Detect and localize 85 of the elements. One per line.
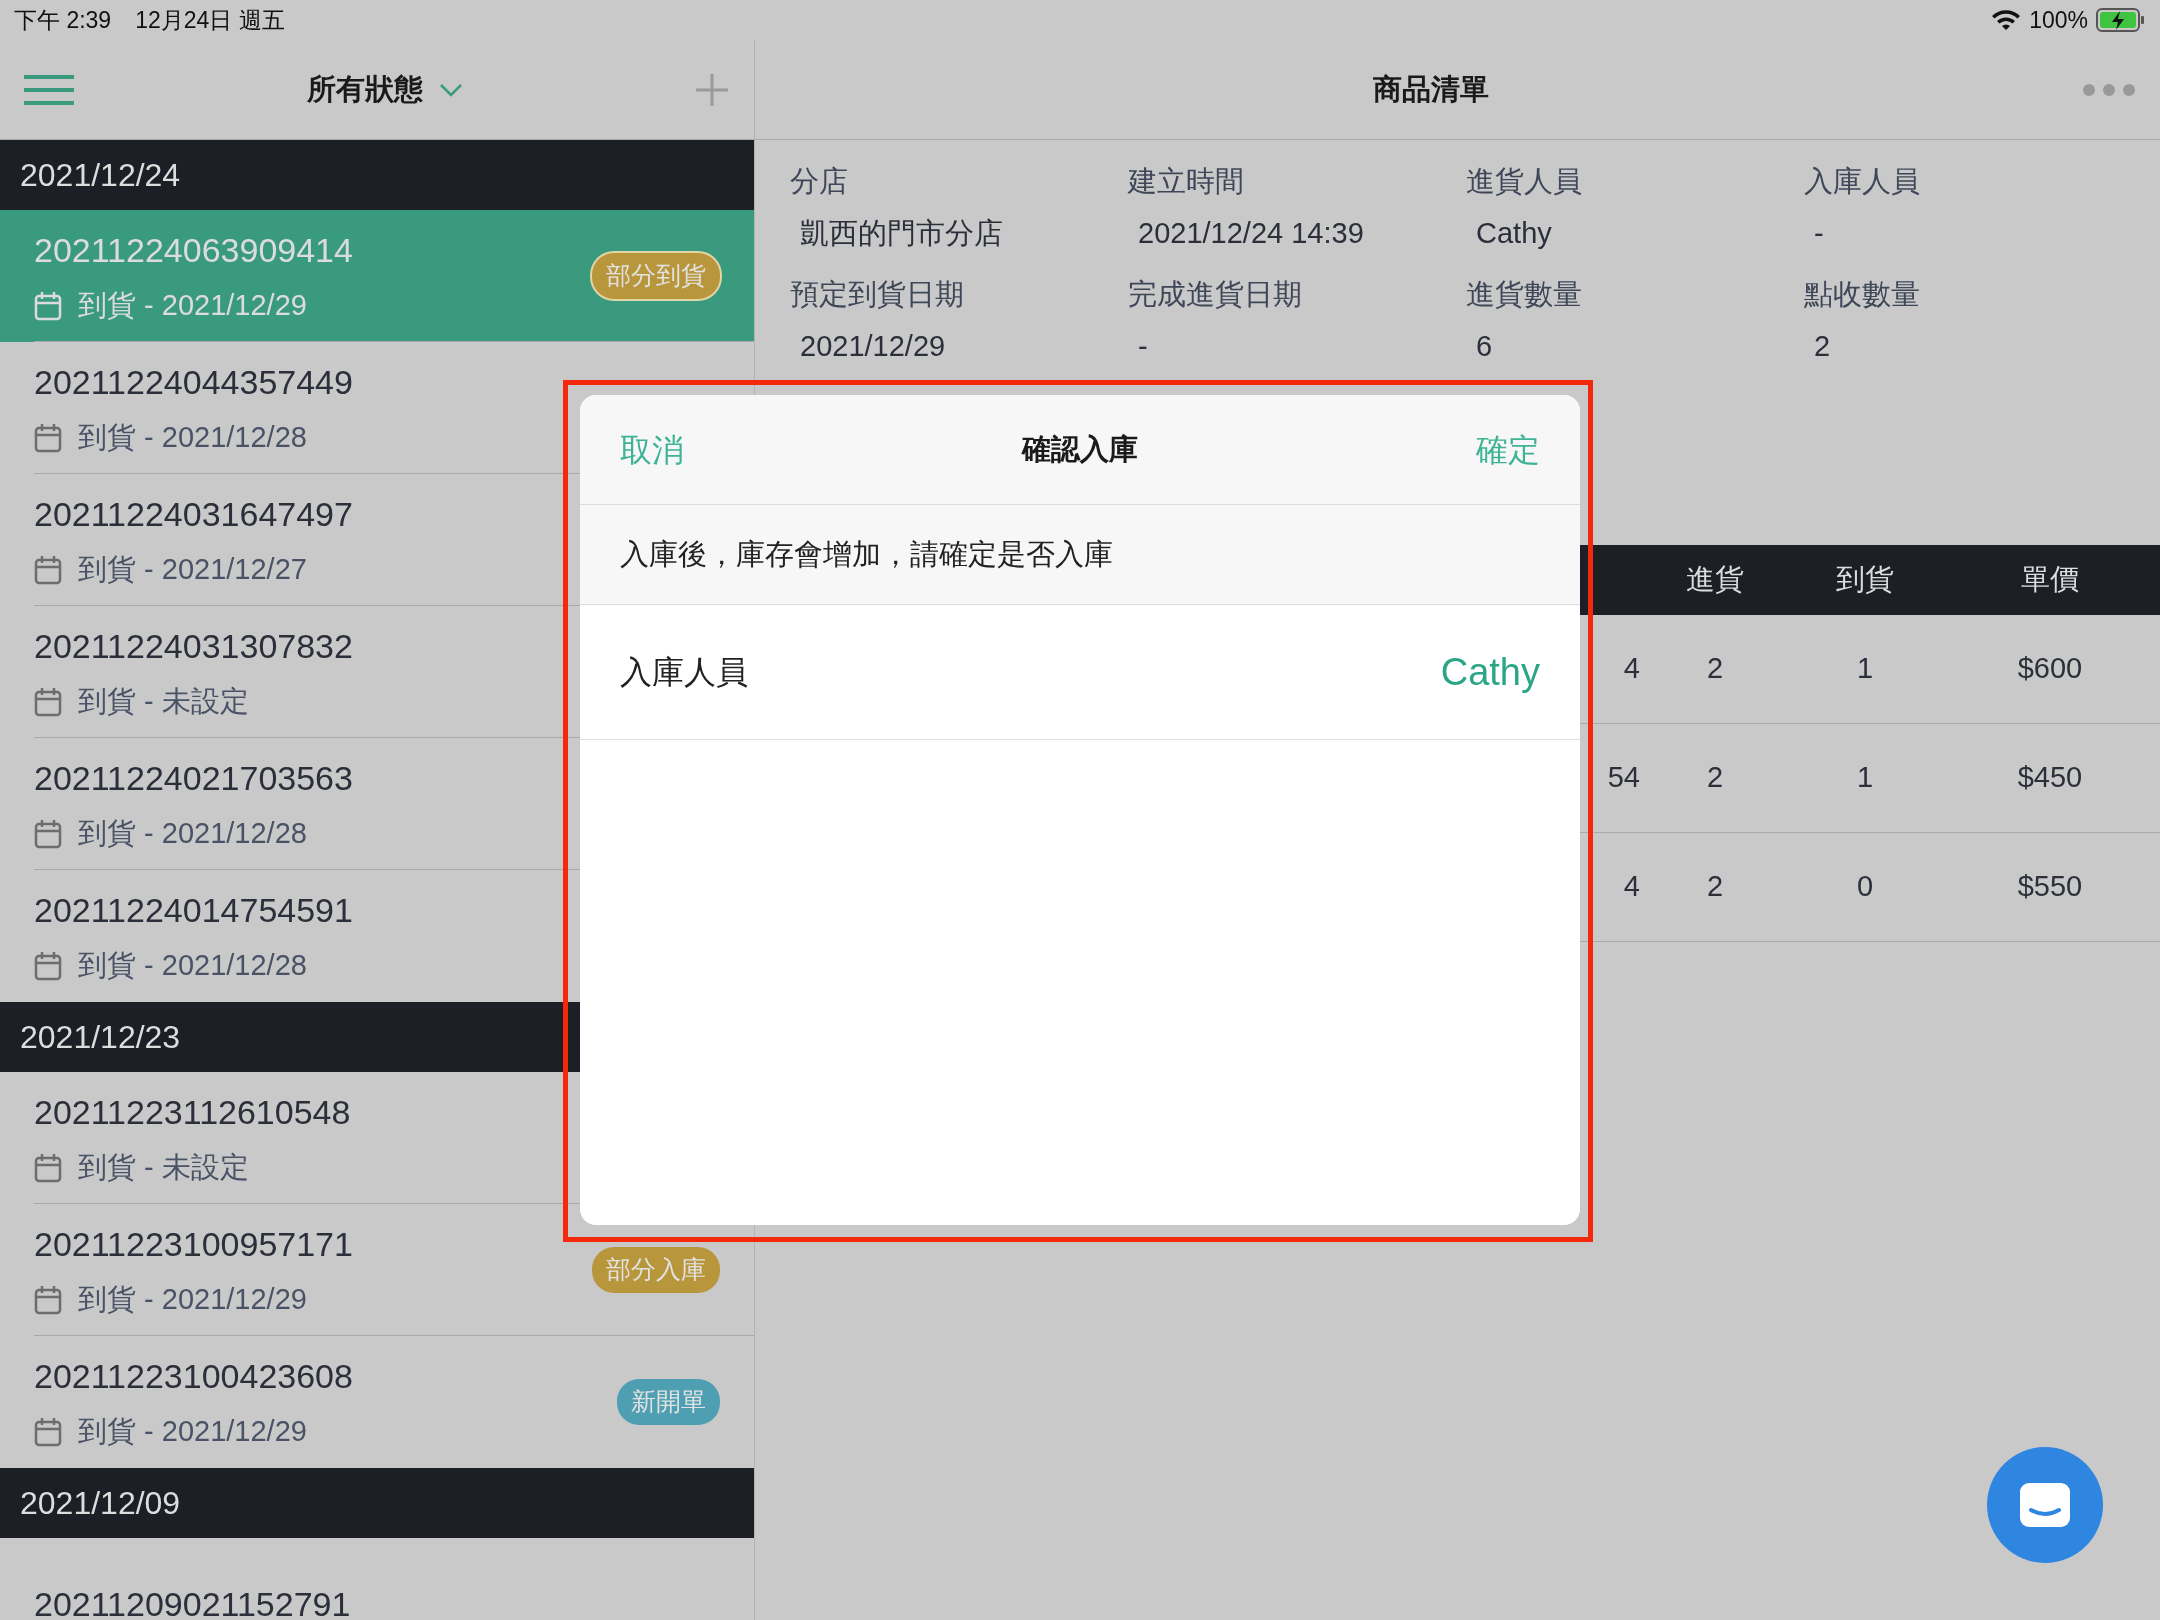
status-time: 下午 2:39 (14, 5, 112, 35)
table-cell: 4 (1623, 870, 1640, 903)
status-date: 12月24日 週五 (135, 5, 285, 35)
calendar-icon (34, 818, 62, 849)
arrival-date: 到貨 - 2021/12/29 (78, 1413, 307, 1449)
column-header: 到貨 (1836, 563, 1894, 596)
calendar-icon (34, 1152, 62, 1183)
status-badge: 部分入庫 (592, 1247, 720, 1293)
detail-value: Cathy (1475, 215, 1553, 251)
detail-label: 建立時間 (1128, 164, 1245, 199)
battery-percent: 100% (2029, 5, 2088, 35)
arrival-date: 到貨 - 2021/12/28 (78, 947, 307, 983)
table-cell: 0 (1856, 870, 1874, 903)
column-header: 單價 (2021, 563, 2079, 596)
detail-label: 預定到貨日期 (790, 277, 965, 312)
table-cell: 2 (1706, 761, 1724, 794)
table-cell: 4 (1623, 652, 1640, 685)
section-date: 2021/12/23 (20, 1018, 181, 1057)
order-row[interactable]: 20211209021152791 (0, 1538, 754, 1620)
status-badge: 部分到貨 (592, 253, 720, 299)
detail-value: 2021/12/24 14:39 (1137, 215, 1365, 251)
order-number: 20211224021703563 (34, 757, 353, 799)
field-label: 入庫人員 (620, 653, 748, 692)
calendar-icon (34, 422, 62, 453)
arrival-date: 到貨 - 未設定 (78, 1149, 249, 1185)
detail-label: 分店 (790, 164, 849, 199)
table-cell: $550 (2017, 870, 2083, 903)
arrival-date: 到貨 - 未設定 (78, 683, 249, 719)
order-row[interactable]: 20211224014754591 到貨 - 2021/12/28 (0, 870, 754, 1002)
arrival-date: 到貨 - 2021/12/27 (78, 551, 307, 587)
table-cell: $600 (2017, 652, 2083, 685)
detail-value: 2 (1813, 328, 1832, 364)
plus-icon[interactable] (694, 71, 730, 108)
order-number: 20211224063909414 (34, 229, 353, 271)
battery-icon (2096, 8, 2146, 32)
order-row[interactable]: 20211223100423608 到貨 - 2021/12/29 新開單 (0, 1336, 754, 1468)
arrival-date: 到貨 - 2021/12/28 (78, 419, 307, 455)
order-number: 20211223100957171 (34, 1223, 353, 1265)
stocker-field[interactable]: 入庫人員 Cathy (580, 605, 1580, 740)
arrival-date: 到貨 - 2021/12/29 (78, 287, 307, 323)
order-number: 20211224031307832 (34, 625, 353, 667)
calendar-icon (34, 950, 62, 981)
order-number: 20211224031647497 (34, 493, 353, 535)
detail-label: 進貨人員 (1466, 164, 1583, 199)
status-filter[interactable]: 所有狀態 (307, 67, 423, 112)
chevron-down-icon[interactable] (439, 82, 463, 97)
detail-label: 入庫人員 (1804, 164, 1921, 199)
order-number: 20211224014754591 (34, 889, 353, 931)
column-header: 進貨 (1686, 563, 1744, 596)
status-badge: 新開單 (617, 1379, 720, 1425)
detail-label: 完成進貨日期 (1128, 277, 1303, 312)
order-number: 20211223100423608 (34, 1355, 353, 1397)
calendar-icon (34, 554, 62, 585)
dialog-message: 入庫後，庫存會增加，請確定是否入庫 (620, 536, 1113, 572)
table-cell: $450 (2017, 761, 2083, 794)
calendar-icon (34, 1416, 62, 1447)
calendar-icon (34, 290, 62, 321)
field-value: Cathy (1440, 649, 1540, 695)
wifi-icon (1991, 9, 2022, 31)
table-cell: 54 (1607, 761, 1640, 794)
detail-value: 凱西的門市分店 (799, 215, 1004, 251)
order-number: 20211223112610548 (34, 1091, 351, 1133)
section-date: 2021/12/24 (20, 156, 181, 195)
dialog-title: 確認入庫 (1022, 431, 1138, 467)
detail-value: 2021/12/29 (799, 328, 947, 364)
order-number: 20211209021152791 (34, 1583, 351, 1620)
table-cell: 1 (1856, 652, 1874, 685)
more-icon[interactable] (2082, 82, 2136, 97)
calendar-icon (34, 686, 62, 717)
table-cell: 2 (1706, 652, 1724, 685)
order-row[interactable]: 20211223100957171 到貨 - 2021/12/29 部分入庫 (0, 1204, 754, 1336)
calendar-icon (34, 1284, 62, 1315)
section-date: 2021/12/09 (20, 1484, 181, 1523)
order-number: 20211224044357449 (34, 361, 353, 403)
arrival-date: 到貨 - 2021/12/28 (78, 815, 307, 851)
detail-value: - (1137, 328, 1149, 364)
chat-icon (2017, 1480, 2073, 1530)
detail-value: 6 (1475, 328, 1494, 364)
table-cell: 2 (1706, 870, 1724, 903)
page-title: 商品清單 (1372, 72, 1489, 105)
table-cell: 1 (1856, 761, 1874, 794)
detail-value: - (1813, 215, 1825, 251)
detail-label: 點收數量 (1804, 277, 1921, 312)
detail-label: 進貨數量 (1466, 277, 1583, 312)
arrival-date: 到貨 - 2021/12/29 (78, 1281, 307, 1317)
